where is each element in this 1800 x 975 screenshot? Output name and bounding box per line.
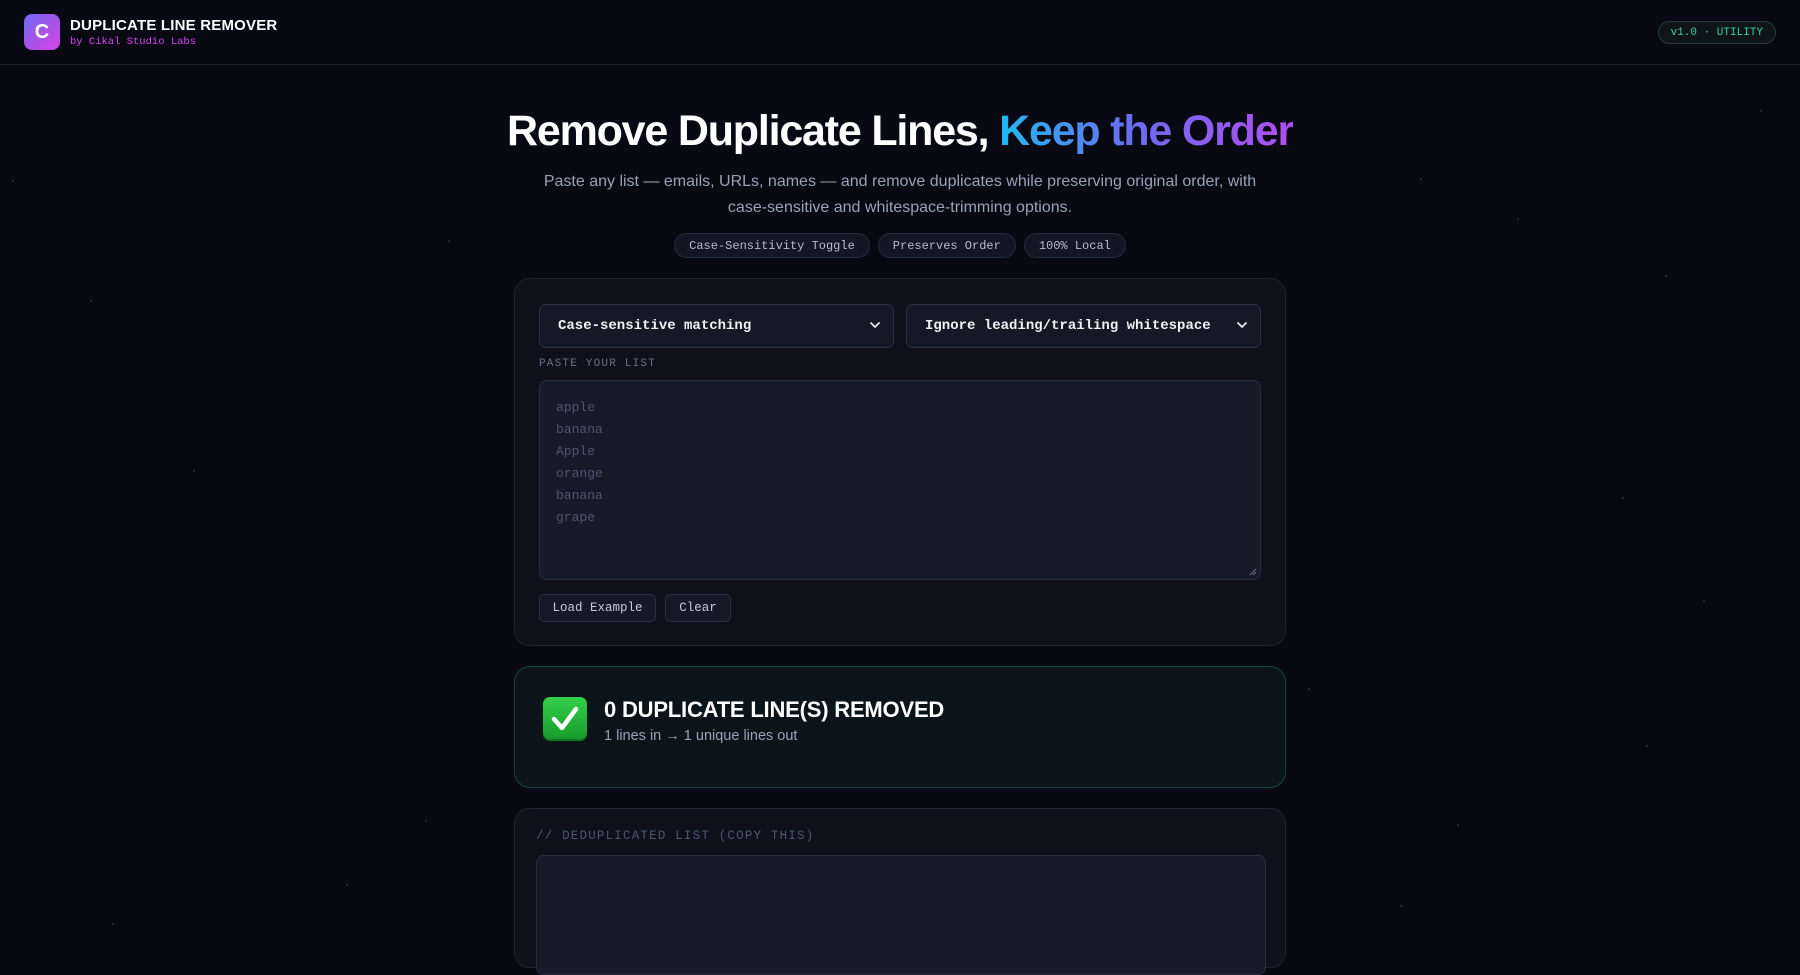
- feature-tag: Case-Sensitivity Toggle: [674, 233, 870, 258]
- placeholder-line: banana: [556, 419, 1244, 441]
- brand: DUPLICATE LINE REMOVER by Cikal Studio L…: [70, 17, 277, 48]
- case-sensitivity-select[interactable]: Case-sensitive matching: [539, 304, 894, 348]
- resize-handle-icon[interactable]: [1249, 568, 1257, 576]
- output-label: // DEDUPLICATED LIST (COPY THIS): [536, 829, 814, 843]
- hero: Remove Duplicate Lines, Keep the Order P…: [0, 103, 1800, 258]
- feature-tag: 100% Local: [1024, 233, 1126, 258]
- output-card: // DEDUPLICATED LIST (COPY THIS): [514, 808, 1286, 968]
- top-bar: C DUPLICATE LINE REMOVER by Cikal Studio…: [0, 0, 1800, 65]
- title-accent: Keep the Order: [999, 107, 1293, 155]
- clear-button[interactable]: Clear: [665, 594, 731, 622]
- logo-letter: C: [35, 21, 49, 44]
- chevron-down-icon: [869, 319, 881, 331]
- page-description: Paste any list — emails, URLs, names — a…: [530, 169, 1270, 221]
- input-label: PASTE YOUR LIST: [539, 358, 656, 370]
- title-main: Remove Duplicate Lines,: [507, 107, 988, 155]
- result-summary: 1 lines in → 1 unique lines out: [604, 728, 797, 744]
- chevron-down-icon: [1236, 319, 1248, 331]
- app-logo: C: [24, 14, 60, 50]
- list-input[interactable]: apple banana Apple orange banana grape: [539, 380, 1261, 580]
- result-title: 0 DUPLICATE LINE(S) REMOVED: [604, 697, 944, 723]
- placeholder-line: grape: [556, 507, 1244, 529]
- placeholder-line: banana: [556, 485, 1244, 507]
- page-title: Remove Duplicate Lines, Keep the Order: [0, 103, 1800, 159]
- feature-tag: Preserves Order: [878, 233, 1016, 258]
- placeholder-line: Apple: [556, 441, 1244, 463]
- case-select-value: Case-sensitive matching: [558, 318, 751, 334]
- placeholder-line: orange: [556, 463, 1244, 485]
- result-card: 0 DUPLICATE LINE(S) REMOVED 1 lines in →…: [514, 666, 1286, 788]
- check-mark-icon: [543, 697, 587, 741]
- load-example-button[interactable]: Load Example: [539, 594, 656, 622]
- app-subtitle: by Cikal Studio Labs: [70, 36, 277, 48]
- placeholder-line: apple: [556, 397, 1244, 419]
- input-card: Case-sensitive matching Ignore leading/t…: [514, 278, 1286, 646]
- deduplicated-output[interactable]: [536, 855, 1266, 975]
- version-badge: v1.0 · UTILITY: [1658, 21, 1776, 44]
- feature-tags: Case-Sensitivity Toggle Preserves Order …: [0, 233, 1800, 258]
- whitespace-select-value: Ignore leading/trailing whitespace: [925, 318, 1211, 334]
- app-title: DUPLICATE LINE REMOVER: [70, 17, 277, 34]
- whitespace-select[interactable]: Ignore leading/trailing whitespace: [906, 304, 1261, 348]
